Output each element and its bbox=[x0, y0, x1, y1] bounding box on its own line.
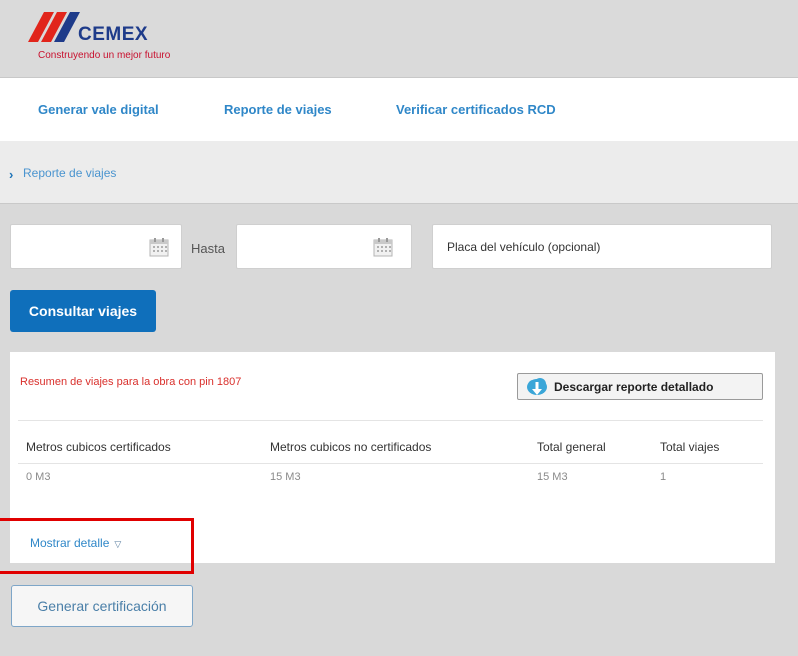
table-row-divider bbox=[18, 463, 763, 464]
table-cell-total-general: 15 M3 bbox=[537, 471, 568, 483]
generar-certificacion-button[interactable]: Generar certificación bbox=[11, 585, 193, 627]
table-cell-no-certificados: 15 M3 bbox=[270, 471, 301, 483]
column-header-no-certificados: Metros cubicos no certificados bbox=[270, 440, 432, 454]
date-to-input[interactable] bbox=[236, 224, 412, 269]
main-nav: Generar vale digital Reporte de viajes V… bbox=[0, 78, 798, 141]
column-header-total-general: Total general bbox=[537, 440, 606, 454]
breadcrumb: › Reporte de viajes bbox=[0, 141, 798, 204]
nav-item-generar-vale[interactable]: Generar vale digital bbox=[38, 102, 159, 117]
brand-tagline: Construyendo un mejor futuro bbox=[38, 50, 171, 61]
date-from-input[interactable] bbox=[10, 224, 182, 269]
download-report-label: Descargar reporte detallado bbox=[554, 379, 714, 394]
hasta-label: Hasta bbox=[191, 241, 225, 256]
table-cell-total-viajes: 1 bbox=[660, 471, 667, 483]
summary-title: Resumen de viajes para la obra con pin 1… bbox=[20, 376, 242, 388]
column-header-total-viajes: Total viajes bbox=[660, 440, 720, 454]
divider bbox=[18, 420, 763, 421]
cloud-download-icon bbox=[527, 378, 547, 395]
table-cell-certificados: 0 M3 bbox=[26, 471, 51, 483]
calendar-icon[interactable] bbox=[149, 237, 169, 257]
column-header-certificados: Metros cubicos certificados bbox=[26, 440, 171, 454]
breadcrumb-item-reporte-viajes[interactable]: Reporte de viajes bbox=[23, 166, 116, 180]
app-header: CEMEX Construyendo un mejor futuro bbox=[0, 0, 798, 78]
download-report-button[interactable]: Descargar reporte detallado bbox=[517, 373, 763, 400]
nav-item-verificar-certificados[interactable]: Verificar certificados RCD bbox=[396, 102, 556, 117]
brand-name: CEMEX bbox=[78, 24, 148, 45]
chevron-right-icon: › bbox=[9, 167, 14, 182]
consultar-viajes-button[interactable]: Consultar viajes bbox=[10, 290, 156, 332]
calendar-icon[interactable] bbox=[373, 237, 393, 257]
nav-item-reporte-viajes[interactable]: Reporte de viajes bbox=[224, 102, 332, 117]
plate-input[interactable]: Placa del vehículo (opcional) bbox=[432, 224, 772, 269]
highlight-box bbox=[0, 518, 194, 574]
